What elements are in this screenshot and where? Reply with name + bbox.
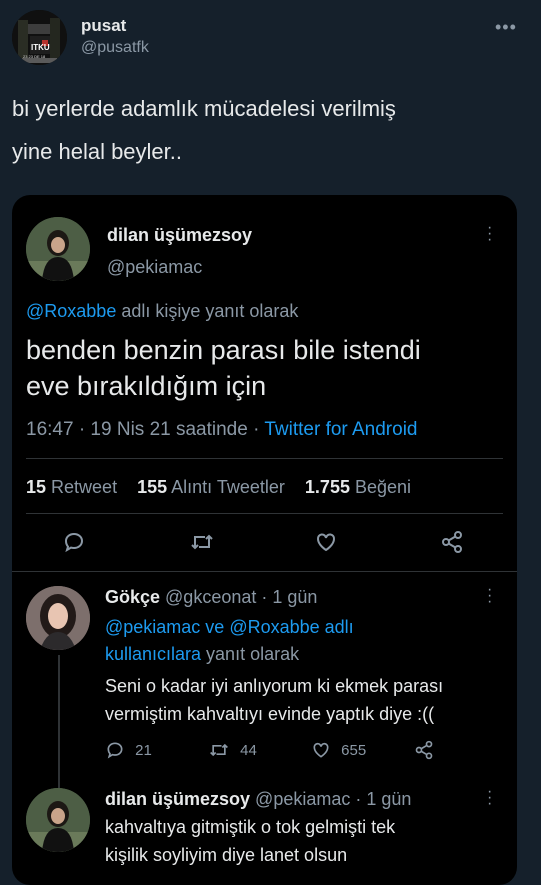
- reply1-avatar[interactable]: [26, 586, 90, 650]
- reply-icon: [107, 742, 123, 759]
- quoted-reply-to-link[interactable]: @Roxabbe: [26, 301, 116, 321]
- reply1-reply-to-suffix: yanıt olarak: [201, 644, 300, 664]
- retweets-label: Retweet: [46, 477, 118, 497]
- outer-avatar-text: ITKU: [31, 43, 50, 52]
- quoted-tweet-card[interactable]: dilan üşümezsoy @pekiamac · · · @Roxabbe a…: [12, 195, 517, 885]
- reply1-reply-context-line2: kullanıcılara yanıt olarak: [105, 644, 299, 665]
- quoted-reply-to-suffix: adlı kişiye yanıt olarak: [116, 301, 299, 321]
- outer-tweet-text-line2: yine helal beyler..: [12, 139, 182, 164]
- reply1-reply-context-line1[interactable]: @pekiamac ve @Roxabbe adlı: [105, 617, 354, 638]
- reply1-reply-action[interactable]: 21: [105, 740, 152, 760]
- reply1-display-name[interactable]: Gökçe: [105, 587, 160, 607]
- like-icon[interactable]: [314, 530, 338, 554]
- quoted-avatar[interactable]: [26, 217, 90, 281]
- reply1-retweet-count: 44: [240, 741, 257, 759]
- reply2-avatar[interactable]: [26, 788, 90, 852]
- reply1-reply-count: 21: [135, 741, 152, 759]
- reply2-header: dilan üşümezsoy @pekiamac · 1 gün: [105, 789, 411, 810]
- reply2-avatar-image: [26, 788, 90, 852]
- reply2-display-name[interactable]: dilan üşümezsoy: [105, 789, 250, 809]
- quoted-stats-row: 15 Retweet 155 Alıntı Tweetler 1.755 Beğ…: [26, 477, 411, 498]
- quoted-handle[interactable]: @pekiamac: [107, 257, 202, 278]
- quoted-more-icon[interactable]: · · ·: [487, 220, 492, 248]
- reply2-text-line1: kahvaltıya gitmiştik o tok gelmişti tek: [105, 817, 396, 837]
- divider: [12, 571, 517, 572]
- reply-icon[interactable]: [62, 530, 86, 554]
- quotes-count: 155: [137, 477, 168, 497]
- reply2-handle-time[interactable]: @pekiamac · 1 gün: [250, 789, 411, 809]
- retweet-icon: [210, 743, 228, 757]
- reply1-avatar-image: [26, 586, 90, 650]
- outer-avatar-subtext: 23 23 DE 18: [23, 54, 46, 59]
- quoted-tweet-text-line2: eve bırakıldığım için: [26, 371, 267, 401]
- reply1-more-icon[interactable]: · · ·: [487, 582, 492, 610]
- quoted-source-link[interactable]: Twitter for Android: [264, 419, 417, 440]
- retweet-icon[interactable]: [189, 530, 215, 554]
- likes-label: Beğeni: [349, 477, 412, 497]
- retweets-count: 15: [26, 477, 47, 497]
- share-icon[interactable]: [440, 530, 464, 554]
- reply1-text-line2: vermiştim kahvaltıyı evinde yaptık diye …: [105, 704, 435, 724]
- quotes-stat[interactable]: 155 Alıntı Tweetler: [137, 477, 285, 497]
- reply1-reply-to-link[interactable]: kullanıcılara: [105, 644, 201, 664]
- retweets-stat[interactable]: 15 Retweet: [26, 477, 117, 497]
- outer-display-name[interactable]: pusat: [81, 16, 126, 36]
- reply1-handle-time[interactable]: @gkceonat · 1 gün: [160, 587, 317, 607]
- outer-more-icon[interactable]: •••: [495, 18, 517, 36]
- quoted-avatar-image: [26, 217, 90, 281]
- divider: [26, 513, 503, 514]
- reply1-header: Gökçe @gkceonat · 1 gün: [105, 587, 317, 608]
- quoted-timestamp-row: 16:47 · 19 Nis 21 saatinde · Twitter for…: [26, 419, 417, 441]
- quoted-display-name[interactable]: dilan üşümezsoy: [107, 225, 252, 246]
- divider: [26, 458, 503, 459]
- reply1-retweet-action[interactable]: 44: [208, 740, 257, 760]
- thread-line: [58, 655, 60, 790]
- quoted-timestamp[interactable]: 16:47 · 19 Nis 21 saatinde ·: [26, 419, 264, 440]
- share-icon[interactable]: [414, 740, 434, 760]
- reply1-like-action[interactable]: 655: [311, 740, 366, 760]
- quotes-label: Alıntı Tweetler: [167, 477, 285, 497]
- outer-tweet-text-line1: bi yerlerde adamlık mücadelesi verilmiş: [12, 96, 396, 121]
- reply2-more-icon[interactable]: · · ·: [487, 784, 492, 812]
- quoted-reply-context: @Roxabbe adlı kişiye yanıt olarak: [26, 301, 298, 322]
- likes-stat[interactable]: 1.755 Beğeni: [305, 477, 411, 497]
- outer-avatar[interactable]: ITKU 23 23 DE 18: [12, 10, 67, 65]
- outer-handle[interactable]: @pusatfk: [81, 39, 149, 57]
- quoted-tweet-text-line1: benden benzin parası bile istendi: [26, 335, 421, 365]
- reply1-like-count: 655: [341, 741, 367, 759]
- reply1-text-line1: Seni o kadar iyi anlıyorum ki ekmek para…: [105, 676, 444, 696]
- like-icon: [313, 742, 329, 758]
- reply2-text-line2: kişilik soyliyim diye lanet olsun: [105, 845, 348, 865]
- likes-count: 1.755: [304, 477, 350, 497]
